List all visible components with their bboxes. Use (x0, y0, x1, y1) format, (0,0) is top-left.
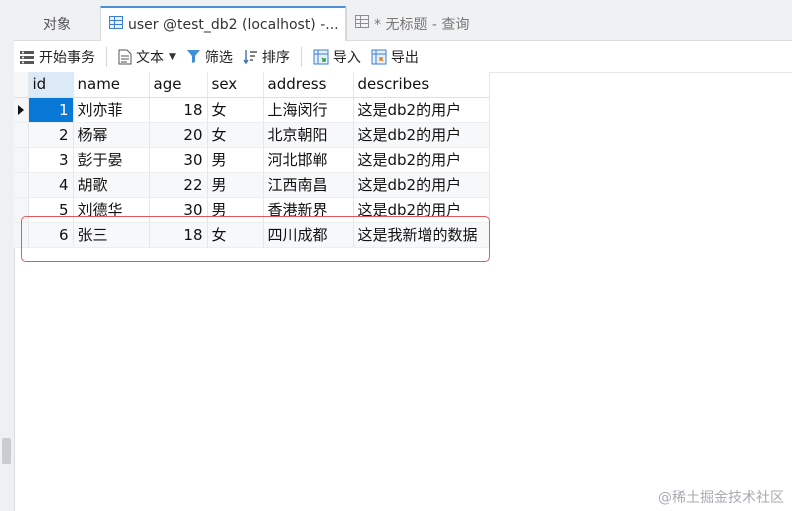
watermark: @稀土掘金技术社区 (658, 490, 784, 506)
import-icon (313, 49, 329, 65)
cell-describes[interactable]: 这是db2的用户 (353, 122, 490, 148)
export-button[interactable]: 导出 (366, 45, 424, 69)
tab-user-table[interactable]: user @test_db2 (localhost) -... (100, 6, 346, 41)
cell-address[interactable]: 江西南昌 (263, 172, 354, 198)
cell-sex[interactable]: 男 (207, 147, 264, 173)
cell-sex[interactable]: 女 (207, 97, 264, 123)
cell-name[interactable]: 胡歌 (73, 172, 150, 198)
column-header-id[interactable]: id (28, 72, 74, 98)
table-row[interactable]: 3 彭于晏 30 男 河北邯郸 这是db2的用户 (14, 147, 490, 173)
import-button[interactable]: 导入 (308, 45, 366, 69)
filter-button[interactable]: 筛选 (181, 45, 238, 69)
cell-age[interactable]: 18 (149, 97, 208, 123)
row-indicator (14, 172, 29, 198)
cell-sex[interactable]: 女 (207, 122, 264, 148)
cell-id[interactable]: 1 (28, 97, 74, 123)
cell-name[interactable]: 杨幂 (73, 122, 150, 148)
query-icon (355, 15, 369, 32)
cell-id[interactable]: 4 (28, 172, 74, 198)
cell-id[interactable]: 2 (28, 122, 74, 148)
cell-describes[interactable]: 这是db2的用户 (353, 147, 490, 173)
cell-sex[interactable]: 男 (207, 172, 264, 198)
text-view-button[interactable]: 文本 ▼ (113, 45, 181, 69)
current-row-indicator (14, 97, 29, 123)
cell-address[interactable]: 北京朝阳 (263, 122, 354, 148)
row-indicator (14, 147, 29, 173)
export-icon (371, 49, 387, 65)
tab-untitled-query[interactable]: * 无标题 - 查询 (346, 7, 594, 40)
table-icon (109, 16, 123, 33)
table-row[interactable]: 2 杨幂 20 女 北京朝阳 这是db2的用户 (14, 122, 490, 148)
row-indicator-header (14, 72, 29, 98)
row-indicator (14, 122, 29, 148)
sort-button[interactable]: 排序 (238, 45, 295, 69)
column-header-address[interactable]: address (263, 72, 354, 98)
cell-age[interactable]: 30 (149, 147, 208, 173)
arrow-right-icon (18, 104, 24, 115)
tab-label: user @test_db2 (localhost) -... (128, 16, 339, 33)
toolbar: 开始事务 文本 ▼ 筛选 排序 导入 导出 (14, 41, 792, 73)
tab-label: 对象 (43, 16, 71, 33)
header-row: id name age sex address describes (14, 72, 490, 98)
table-row[interactable]: 1 刘亦菲 18 女 上海闵行 这是db2的用户 (14, 97, 490, 123)
cell-age[interactable]: 22 (149, 172, 208, 198)
cell-describes[interactable]: 这是db2的用户 (353, 172, 490, 198)
left-panel-edge (0, 0, 15, 511)
tab-bar: 对象 user @test_db2 (localhost) -... * 无标题… (14, 0, 792, 41)
cell-address[interactable]: 河北邯郸 (263, 147, 354, 173)
cell-age[interactable]: 20 (149, 122, 208, 148)
tab-objects[interactable]: 对象 (14, 7, 100, 40)
column-header-describes[interactable]: describes (353, 72, 490, 98)
sort-icon (243, 49, 258, 65)
table-row[interactable]: 4 胡歌 22 男 江西南昌 这是db2的用户 (14, 172, 490, 198)
cell-name[interactable]: 彭于晏 (73, 147, 150, 173)
column-header-age[interactable]: age (149, 72, 208, 98)
column-header-name[interactable]: name (73, 72, 150, 98)
toolbar-divider (300, 46, 302, 67)
transaction-icon (19, 49, 35, 65)
document-icon (118, 49, 132, 65)
column-header-sex[interactable]: sex (207, 72, 264, 98)
tab-label: * 无标题 - 查询 (374, 16, 470, 33)
cell-name[interactable]: 刘亦菲 (73, 97, 150, 123)
chevron-down-icon: ▼ (169, 51, 176, 62)
cell-describes[interactable]: 这是db2的用户 (353, 97, 490, 123)
begin-transaction-button[interactable]: 开始事务 (14, 45, 100, 69)
filter-icon (186, 49, 201, 64)
annotation-highlight-box (21, 216, 490, 262)
toolbar-divider (106, 46, 107, 67)
cell-id[interactable]: 3 (28, 147, 74, 173)
cell-address[interactable]: 上海闵行 (263, 97, 354, 123)
scrollbar-thumb[interactable] (2, 438, 11, 464)
